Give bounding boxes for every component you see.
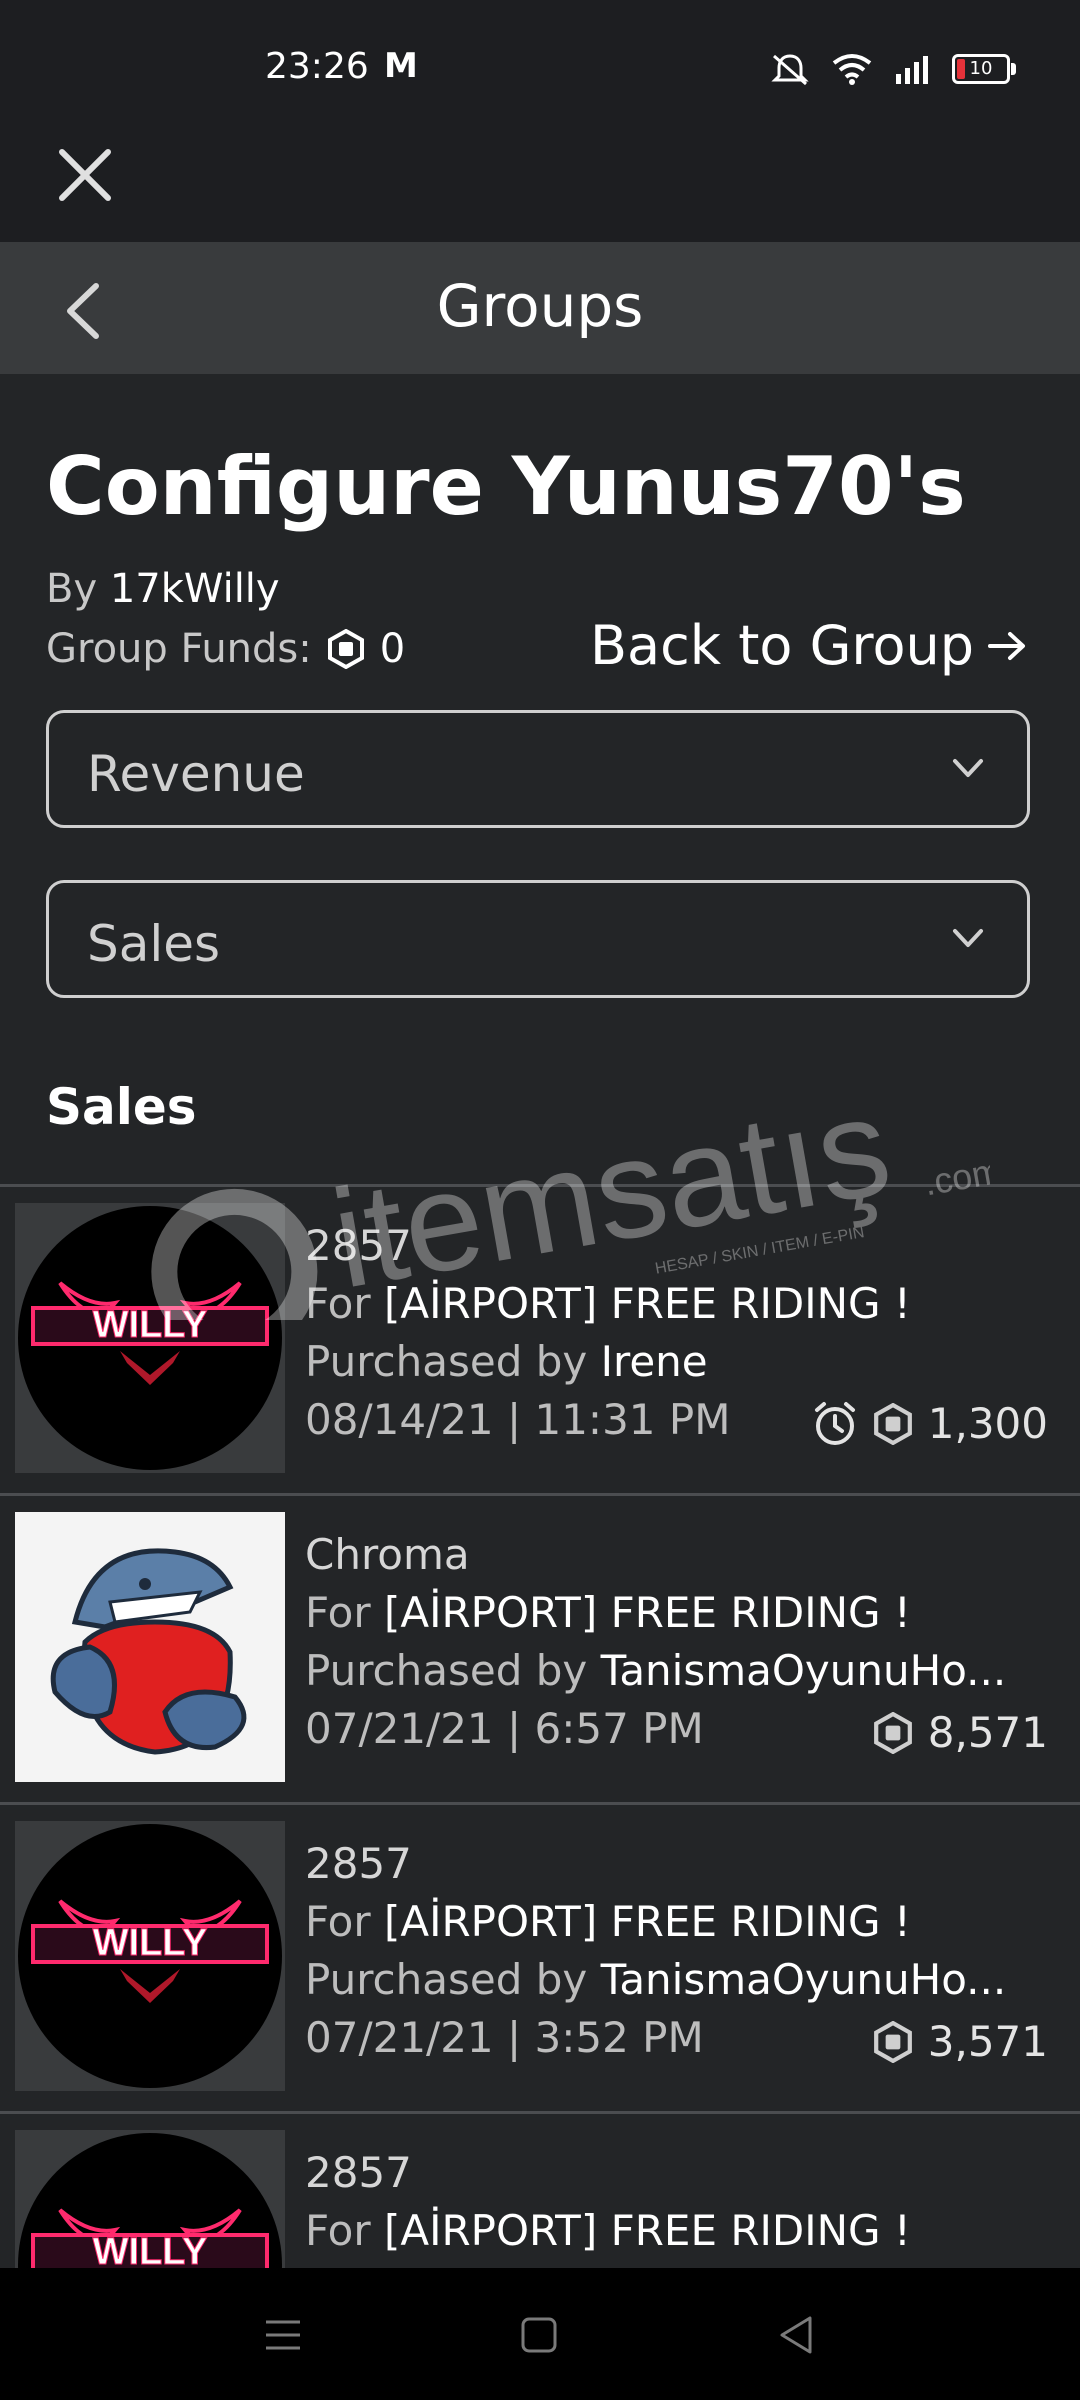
item-thumbnail bbox=[15, 1512, 285, 1782]
buyer-link[interactable]: TanismaOyunuHo... bbox=[601, 1955, 1007, 2004]
subcategory-dropdown-value: Sales bbox=[87, 915, 221, 973]
group-owner-row: By 17kWilly bbox=[46, 566, 280, 612]
item-amount: 1,300 bbox=[927, 1399, 1048, 1448]
buyer-link[interactable]: Irene bbox=[601, 1337, 708, 1386]
willy-logo-icon: WILLY bbox=[18, 1206, 282, 1470]
item-name: Chroma bbox=[305, 1530, 470, 1579]
status-icons: 10 bbox=[770, 52, 1016, 86]
item-amount: 3,571 bbox=[927, 2017, 1048, 2066]
group-funds-row: Group Funds: 0 bbox=[46, 626, 405, 672]
shark-mascot-icon bbox=[15, 1512, 285, 1782]
robux-icon bbox=[873, 1402, 912, 1445]
funds-label: Group Funds: bbox=[46, 626, 312, 672]
sales-section-title: Sales bbox=[46, 1078, 197, 1136]
item-date: 07/21/21 | 3:52 PM bbox=[305, 2013, 704, 2062]
item-date: 08/14/21 | 11:31 PM bbox=[305, 1395, 731, 1444]
item-place: For [AİRPORT] FREE RIDING ! bbox=[305, 1279, 911, 1328]
chevron-down-icon bbox=[953, 929, 983, 947]
category-dropdown[interactable]: Revenue bbox=[46, 710, 1030, 828]
home-icon[interactable] bbox=[514, 2310, 564, 2360]
item-place: For [AİRPORT] FREE RIDING ! bbox=[305, 2206, 911, 2255]
item-price: 8,571 bbox=[872, 1708, 1048, 1757]
signal-icon bbox=[896, 56, 928, 84]
item-place: For [AİRPORT] FREE RIDING ! bbox=[305, 1588, 911, 1637]
group-owner-link[interactable]: 17kWilly bbox=[110, 566, 280, 612]
item-place: For [AİRPORT] FREE RIDING ! bbox=[305, 1897, 911, 1946]
item-date: 07/21/21 | 6:57 PM bbox=[305, 1704, 704, 1753]
funds-amount: 0 bbox=[379, 626, 406, 672]
place-link[interactable]: [AİRPORT] FREE RIDING ! bbox=[384, 1279, 911, 1328]
chevron-down-icon bbox=[953, 759, 983, 777]
item-thumbnail: WILLY bbox=[15, 2130, 285, 2268]
sale-row[interactable]: WILLY 2857 For [AİRPORT] FREE RIDING ! P… bbox=[0, 1805, 1080, 2111]
close-icon[interactable] bbox=[50, 140, 120, 210]
buyer-link[interactable]: TanismaOyunuHo... bbox=[601, 1646, 1007, 1695]
wifi-icon bbox=[832, 54, 872, 85]
status-bar: 23:26 M 10 bbox=[0, 0, 1080, 130]
willy-logo-icon: WILLY bbox=[18, 2133, 282, 2268]
place-link[interactable]: [AİRPORT] FREE RIDING ! bbox=[384, 1588, 911, 1637]
sale-row[interactable]: WILLY 2857 For [AİRPORT] FREE RIDING ! bbox=[0, 2114, 1080, 2268]
page-title: Configure Yunus70's bbox=[46, 440, 966, 533]
willy-logo-icon: WILLY bbox=[18, 1824, 282, 2088]
place-link[interactable]: [AİRPORT] FREE RIDING ! bbox=[384, 1897, 911, 1946]
item-thumbnail: WILLY bbox=[15, 1821, 285, 2091]
header-title: Groups bbox=[436, 272, 644, 340]
back-to-group-link[interactable]: Back to Group bbox=[590, 614, 1028, 677]
item-amount: 8,571 bbox=[927, 1708, 1048, 1757]
sale-row[interactable]: WILLY 2857 For [AİRPORT] FREE RIDING ! P… bbox=[0, 1187, 1080, 1493]
item-name: 2857 bbox=[305, 1839, 412, 1888]
item-name: 2857 bbox=[305, 1221, 412, 1270]
mute-icon bbox=[771, 54, 809, 86]
robux-icon bbox=[873, 1711, 912, 1754]
svg-text:WILLY: WILLY bbox=[93, 1304, 208, 1346]
category-dropdown-value: Revenue bbox=[87, 745, 305, 803]
item-thumbnail: WILLY bbox=[15, 1203, 285, 1473]
menu-icon[interactable] bbox=[258, 2310, 308, 2360]
back-nav-icon[interactable] bbox=[772, 2310, 822, 2360]
robux-icon bbox=[873, 2020, 912, 2063]
svg-text:WILLY: WILLY bbox=[93, 2231, 208, 2268]
item-buyer: Purchased by TanismaOyunuHo... bbox=[305, 1955, 1007, 2004]
item-buyer: Purchased by Irene bbox=[305, 1337, 708, 1386]
sale-row[interactable]: Chroma For [AİRPORT] FREE RIDING ! Purch… bbox=[0, 1496, 1080, 1802]
item-buyer: Purchased by TanismaOyunuHo... bbox=[305, 1646, 1007, 1695]
status-time: 23:26 bbox=[265, 46, 369, 87]
battery-icon: 10 bbox=[952, 54, 1016, 84]
item-price: 3,571 bbox=[872, 2017, 1048, 2066]
item-name: 2857 bbox=[305, 2148, 412, 2197]
by-label: By bbox=[46, 566, 98, 612]
place-link[interactable]: [AİRPORT] FREE RIDING ! bbox=[384, 2206, 911, 2255]
top-bar bbox=[0, 130, 1080, 242]
arrow-right-icon bbox=[988, 631, 1025, 660]
item-price: 1,300 bbox=[812, 1399, 1048, 1448]
robux-icon bbox=[327, 629, 364, 669]
subcategory-dropdown[interactable]: Sales bbox=[46, 880, 1030, 998]
carrier-icon: M bbox=[384, 46, 418, 86]
pending-clock-icon bbox=[814, 1401, 855, 1445]
back-to-group-label: Back to Group bbox=[589, 614, 974, 677]
svg-text:WILLY: WILLY bbox=[93, 1922, 208, 1964]
